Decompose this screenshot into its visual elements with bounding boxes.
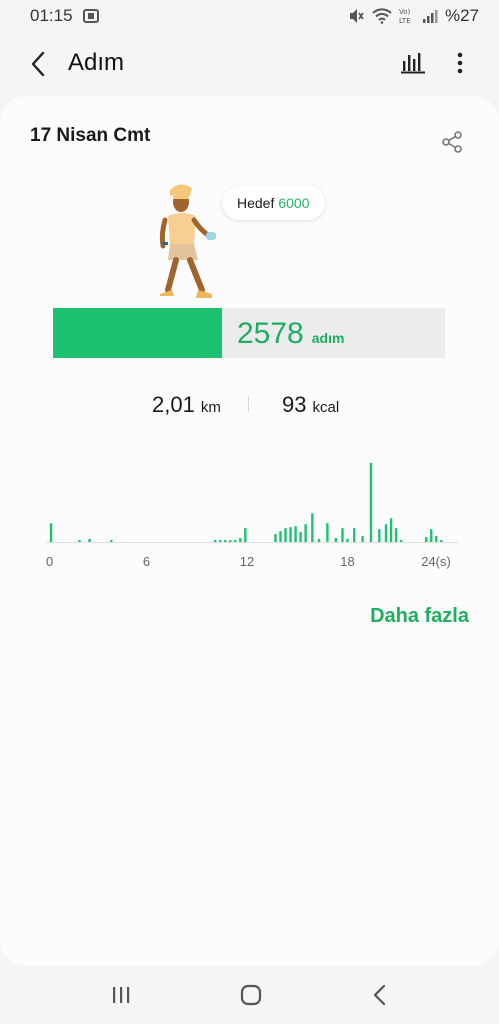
calories-metric: 93 kcal	[282, 392, 339, 418]
hourly-steps-chart: 0 6 12 18 24(s)	[46, 462, 458, 569]
chart-bar	[394, 528, 398, 542]
chart-x-tick-label: 18	[340, 554, 354, 569]
chart-bar	[244, 528, 247, 542]
metric-divider	[248, 396, 249, 412]
chart-bar	[224, 540, 227, 542]
svg-text:LTE: LTE	[399, 17, 411, 25]
chart-bar	[425, 537, 428, 542]
chart-bar	[289, 527, 292, 542]
chart-bar	[78, 540, 81, 542]
recent-apps-button[interactable]	[110, 984, 132, 1006]
status-bar: 01:15 Vo) LTE %27	[0, 0, 499, 32]
back-arrow-icon	[31, 51, 45, 77]
steps-value: 2578	[237, 317, 304, 350]
chart-bar	[49, 523, 53, 542]
svg-text:Vo): Vo)	[399, 8, 411, 16]
bar-chart-icon	[401, 53, 425, 74]
chart-bar	[384, 524, 388, 542]
chart-bar	[435, 536, 438, 542]
calories-unit: kcal	[312, 399, 340, 416]
back-button[interactable]	[22, 50, 54, 78]
chart-bar	[229, 540, 232, 542]
goal-label: Hedef	[237, 195, 275, 211]
chart-bar	[440, 540, 443, 542]
distance-unit: km	[200, 399, 221, 416]
steps-progress-fill	[53, 308, 222, 358]
home-icon	[240, 984, 262, 1006]
chart-bar	[346, 539, 349, 542]
chart-bar	[110, 540, 113, 542]
chart-bar	[353, 528, 356, 542]
app-bar: Adım	[0, 38, 499, 90]
chart-bar	[378, 529, 381, 542]
chart-bar	[341, 528, 344, 542]
more-vertical-icon	[457, 52, 463, 74]
chart-bar	[317, 539, 321, 542]
chart-bar	[430, 529, 433, 542]
mute-icon	[347, 7, 365, 25]
steps-card: 17 Nisan Cmt Hedef 6000 2578 adım 2,01 k…	[0, 96, 499, 966]
chart-bar	[369, 462, 373, 542]
chart-bar	[294, 526, 297, 542]
chart-bar	[334, 538, 337, 542]
status-time: 01:15	[30, 6, 73, 25]
wifi-icon	[372, 8, 392, 24]
chart-bar	[234, 540, 237, 542]
chart-bar	[311, 513, 314, 542]
chart-x-tick-label: 12	[240, 554, 254, 569]
chart-bar	[274, 534, 277, 542]
share-button[interactable]	[440, 130, 464, 154]
chart-bar	[88, 539, 91, 542]
nav-back-icon	[373, 984, 386, 1006]
volte-icon: Vo) LTE	[399, 7, 415, 25]
chart-bar	[399, 540, 403, 542]
date-label: 17 Nisan Cmt	[30, 125, 151, 146]
goal-bubble: Hedef 6000	[222, 186, 325, 220]
signal-icon	[422, 8, 438, 24]
distance-metric: 2,01 km	[152, 392, 221, 418]
chart-bar	[304, 524, 307, 542]
chart-x-tick-label: 24(s)	[421, 554, 451, 569]
walking-figure-illustration	[148, 182, 228, 304]
more-options-button[interactable]	[446, 48, 474, 78]
calories-value: 93	[282, 392, 307, 417]
distance-value: 2,01	[152, 392, 195, 417]
battery-level: %27	[444, 6, 479, 25]
steps-unit: adım	[311, 330, 345, 346]
chart-bar	[299, 532, 302, 542]
chart-bar	[284, 528, 287, 542]
chart-bar	[279, 531, 282, 542]
chart-bar	[239, 538, 242, 542]
goal-value: 6000	[278, 195, 310, 211]
nav-back-button[interactable]	[370, 983, 390, 1007]
nav-bar	[0, 968, 499, 1024]
chart-bar	[219, 540, 222, 542]
recent-apps-icon	[113, 987, 130, 1003]
page-title: Adım	[68, 49, 125, 76]
chart-bar	[326, 523, 329, 542]
share-icon	[442, 131, 462, 153]
home-button[interactable]	[239, 983, 263, 1007]
more-link[interactable]: Daha fazla	[370, 605, 469, 628]
chart-x-tick-label: 6	[143, 554, 150, 569]
chart-bar	[361, 536, 364, 542]
chart-bar	[389, 518, 393, 542]
metrics-row: 2,01 km 93 kcal	[0, 392, 499, 422]
stats-button[interactable]	[398, 48, 428, 78]
chart-bar	[213, 540, 217, 542]
screenshot-icon	[82, 9, 99, 23]
chart-x-tick-label: 0	[46, 554, 53, 569]
steps-count: 2578 adım	[237, 317, 344, 351]
